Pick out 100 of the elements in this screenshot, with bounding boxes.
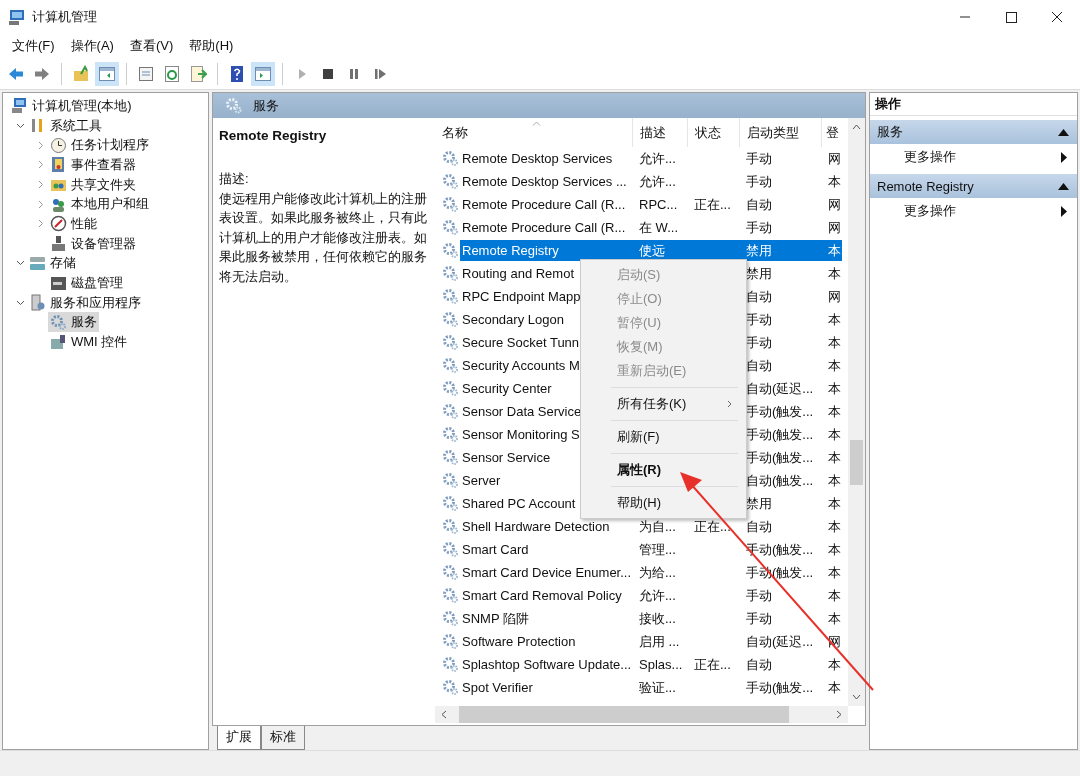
scroll-left-icon[interactable] [441,710,447,719]
action-item[interactable]: 更多操作 [870,198,1077,224]
gear-icon [442,564,459,581]
chevron-right-icon[interactable] [38,140,44,150]
tree-item[interactable]: 任务计划程序 [48,135,151,156]
table-cell: 启用 ... [639,632,680,651]
service-name[interactable]: Secondary Logon [462,312,564,327]
action-section-header[interactable]: 服务 [870,120,1077,144]
service-name[interactable]: Sensor Service [462,450,551,465]
action-pane-icon[interactable] [251,61,275,86]
table-cell: 验证... [639,678,676,697]
scrollbar-thumb[interactable] [850,440,863,485]
service-title: Remote Registry [219,128,328,143]
scrollbar-thumb[interactable] [459,706,789,723]
service-name[interactable]: Sensor Data Service [462,404,582,419]
tree-item[interactable]: 计算机管理(本地) [9,95,134,116]
table-cell: 手动 [746,609,772,628]
table-cell: 为自... [639,517,676,536]
service-name[interactable]: RPC Endpoint Mapp [462,289,581,304]
tree-item[interactable]: 服务 [48,312,99,333]
scroll-right-icon[interactable] [836,710,842,719]
service-name[interactable]: SNMP 陷阱 [462,609,529,628]
service-name[interactable]: Remote Procedure Call (R... [462,220,626,235]
menu-item[interactable]: 所有任务(K) [581,392,746,416]
service-name[interactable]: Remote Registry [462,243,559,258]
tree-item[interactable]: 服务和应用程序 [27,292,143,313]
service-name[interactable]: Smart Card [462,542,529,557]
gear-icon [442,288,459,305]
horizontal-scrollbar[interactable] [435,706,848,723]
panel-header: 服务 [213,93,865,118]
menu-item[interactable]: 文件(F) [4,37,63,55]
table-cell: 手动(触发... [746,448,814,467]
tree-item[interactable]: 存储 [27,253,78,274]
view-tab[interactable]: 标准 [261,726,305,750]
chevron-right-icon[interactable] [38,160,44,170]
table-cell: 网 [828,287,841,306]
chevron-right-icon[interactable] [38,180,44,190]
vertical-scrollbar[interactable] [848,118,865,706]
actions-title: 操作 [870,93,1077,116]
column-header[interactable]: 状态 [688,118,740,147]
chevron-down-icon[interactable] [15,299,25,306]
tree-item[interactable]: WMI 控件 [48,332,130,353]
chevron-down-icon[interactable] [15,260,25,267]
chevron-right-icon[interactable] [38,219,44,229]
table-cell: 本 [828,241,841,260]
table-cell: 网 [828,218,841,237]
tree-item[interactable]: 性能 [48,213,99,234]
tree-item[interactable]: 磁盘管理 [48,273,125,294]
chevron-down-icon[interactable] [15,122,25,129]
action-item[interactable]: 更多操作 [870,144,1077,170]
tree-item[interactable]: 共享文件夹 [48,174,138,195]
column-header[interactable]: 登 [822,118,842,147]
menu-item[interactable]: 刷新(F) [581,425,746,449]
gear-icon [442,334,459,351]
service-name[interactable]: Shell Hardware Detection [462,519,610,534]
gear-icon [442,426,459,443]
service-name[interactable]: Shared PC Account [462,496,576,511]
table-cell: 本 [828,517,841,536]
service-name[interactable]: Security Accounts M [462,358,580,373]
table-cell: 管理... [639,540,676,559]
chevron-right-icon[interactable] [38,199,44,209]
service-name[interactable]: Smart Card Removal Policy [462,588,622,603]
service-name[interactable]: Remote Desktop Services [462,151,613,166]
column-header[interactable]: 描述 [633,118,688,147]
menu-item[interactable]: 帮助(H) [181,37,242,55]
table-row[interactable]: Remote Registry 使远 禁用 本 [460,240,842,261]
service-name[interactable]: Remote Procedure Call (R... [462,197,626,212]
service-name[interactable]: Software Protection [462,634,576,649]
menu-item[interactable]: 属性(R) [581,458,746,482]
table-cell: 正在... [694,517,731,536]
service-name[interactable]: Secure Socket Tunn [462,335,580,350]
service-name[interactable]: Security Center [462,381,552,396]
action-section-header[interactable]: Remote Registry [870,174,1077,198]
tree-item[interactable]: 事件查看器 [48,154,138,175]
gear-icon [442,449,459,466]
menu-item[interactable]: 操作(A) [62,37,122,55]
description-text: 使远程用户能修改此计算机上的注册表设置。如果此服务被终止，只有此计算机上的用户才能修改注册表。如果此服务被禁用，任何依赖它的服务将无法启动。 [219,189,428,286]
table-cell: 允许... [639,586,676,605]
view-tab[interactable]: 扩展 [217,726,261,750]
gear-icon [442,357,459,374]
table-cell: 禁用 [746,494,772,513]
tree-item[interactable]: 设备管理器 [48,233,138,254]
table-cell: 禁用 [746,264,772,283]
scroll-down-icon[interactable] [852,694,861,700]
service-name[interactable]: Splashtop Software Update... [462,657,632,672]
menu-item[interactable]: 帮助(H) [581,491,746,515]
menu-item[interactable]: 查看(V) [121,37,182,55]
scroll-up-icon[interactable] [852,124,861,130]
service-name[interactable]: Server [462,473,501,488]
service-name[interactable]: Routing and Remot [462,266,574,281]
service-name[interactable]: Smart Card Device Enumer... [462,565,632,580]
service-name[interactable]: Spot Verifier [462,680,533,695]
tree-item[interactable]: 本地用户和组 [48,194,151,215]
column-header[interactable]: 名称 [435,118,633,147]
table-cell: 在 W... [639,218,678,237]
tree-pane-icon[interactable] [95,61,119,86]
tree-item[interactable]: 系统工具 [27,115,104,136]
service-name[interactable]: Remote Desktop Services ... [462,174,627,189]
column-header[interactable]: 启动类型 [740,118,822,147]
service-name[interactable]: Sensor Monitoring S [462,427,580,442]
